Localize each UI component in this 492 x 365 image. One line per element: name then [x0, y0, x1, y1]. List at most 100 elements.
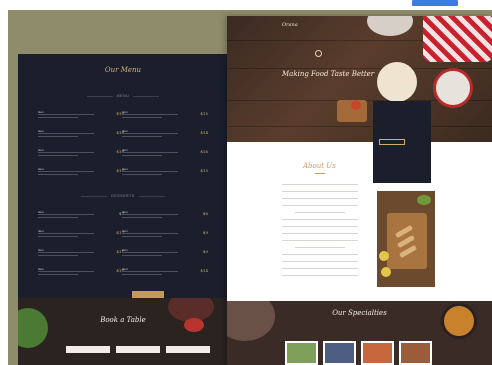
menu-item-description [122, 214, 178, 215]
menu-title: Our Menu [104, 66, 142, 74]
book-table-section: Book a Table [18, 298, 228, 365]
menu-item-description [122, 217, 162, 218]
bread-decoration [377, 62, 417, 102]
emblem-icon [315, 50, 322, 57]
menu-item: Item $14 [38, 167, 124, 179]
specialty-card[interactable] [285, 341, 318, 365]
menu-item: Item $15 [122, 110, 208, 122]
about-text-line [282, 219, 358, 220]
menu-item: Item $8 [122, 210, 208, 222]
about-text-line [282, 275, 358, 276]
menu-item-description [38, 252, 94, 253]
menu-item-description [122, 152, 178, 153]
dish-image [325, 343, 354, 363]
menu-item-description [38, 171, 94, 172]
desserts-section-label: DESSERTS [18, 194, 228, 198]
menu-item-description [122, 114, 178, 115]
about-text-line [282, 240, 358, 241]
menu-item: Item $16 [38, 110, 124, 122]
desserts-section-text: DESSERTS [111, 194, 135, 198]
menu-item-description [38, 136, 78, 137]
menu-item-description [38, 133, 94, 134]
about-divider [315, 173, 325, 174]
about-text-line [282, 198, 358, 199]
menu-item: Item $16 [122, 148, 208, 160]
tomato-decoration [351, 100, 361, 110]
divider [133, 95, 160, 97]
menu-item-price: $15 [200, 168, 208, 173]
menu-item-description [38, 155, 78, 156]
specialties-title: Our Specialties [332, 309, 387, 317]
menu-item-description [122, 271, 178, 272]
about-text-line [282, 254, 358, 255]
about-text-line [282, 261, 358, 262]
menu-item-description [38, 214, 94, 215]
date-field[interactable] [166, 346, 210, 353]
about-text-line [282, 226, 358, 227]
dish-image [401, 343, 430, 363]
lemon-decoration [379, 251, 389, 261]
about-text-line [282, 205, 358, 206]
about-text-line [295, 212, 345, 213]
divider [138, 195, 165, 197]
menu-item-price: $14 [200, 268, 208, 273]
reservation-button[interactable] [379, 139, 405, 145]
herb-decoration [417, 195, 431, 205]
book-table-title: Book a Table [100, 316, 146, 324]
menu-item-description [122, 174, 162, 175]
menu-item-description [38, 233, 94, 234]
guests-field[interactable] [116, 346, 160, 353]
about-text-line [282, 268, 358, 269]
menu-item-description [122, 233, 178, 234]
menu-item-description [122, 236, 162, 237]
menu-item: Item $14 [122, 267, 208, 279]
menu-item-description [38, 255, 78, 256]
menu-item-description [122, 171, 178, 172]
menu-item-description [38, 114, 94, 115]
divider [86, 95, 113, 97]
plate-decoration [227, 301, 275, 341]
menu-item-description [38, 152, 94, 153]
menu-item-description [122, 274, 162, 275]
menu-item: Item $14 [122, 129, 208, 141]
menu-item: Item $11 [38, 248, 124, 260]
site-logo[interactable]: Orana [282, 22, 298, 28]
menu-item-price: $9 [202, 230, 208, 235]
menu-item-price: $9 [202, 249, 208, 254]
info-text [379, 115, 425, 118]
about-text-line [282, 233, 358, 234]
specialty-card[interactable] [399, 341, 432, 365]
menu-section-label: MENU [18, 94, 228, 98]
specialties-section: Our Specialties [227, 301, 492, 365]
hero-section: Orana Making Food Taste Better [227, 16, 492, 142]
cup-decoration [433, 68, 473, 108]
herb-decoration [18, 308, 48, 348]
template-preview: Our Menu MENU Item $16 Item $15 Item $18 Item $… [8, 10, 492, 365]
browser-chip [412, 0, 458, 6]
about-text-line [282, 184, 358, 185]
menu-item: Item $14 [38, 267, 124, 279]
wood-plank [227, 126, 492, 127]
menu-item-description [38, 271, 94, 272]
menu-item-description [122, 136, 162, 137]
hero-title: Making Food Taste Better [282, 70, 375, 78]
menu-item: Item $15 [122, 167, 208, 179]
menu-item: Item $9 [122, 229, 208, 241]
about-text-line [295, 247, 345, 248]
menu-item-description [122, 155, 162, 156]
dish-image [363, 343, 392, 363]
plate-decoration [367, 16, 413, 36]
divider [81, 195, 108, 197]
menu-item-price: $15 [200, 111, 208, 116]
name-field[interactable] [66, 346, 110, 353]
menu-item: Item $18 [38, 129, 124, 141]
napkin-decoration [423, 16, 492, 62]
specialty-card[interactable] [361, 341, 394, 365]
menu-item: Item$7 [38, 210, 124, 222]
menu-item-description [38, 274, 78, 275]
menu-item-description [122, 255, 162, 256]
specialty-card[interactable] [323, 341, 356, 365]
menu-item: Item $18 [38, 148, 124, 160]
info-text [379, 107, 425, 110]
restaurant-homepage: Orana Making Food Taste Better About Us [227, 16, 492, 365]
